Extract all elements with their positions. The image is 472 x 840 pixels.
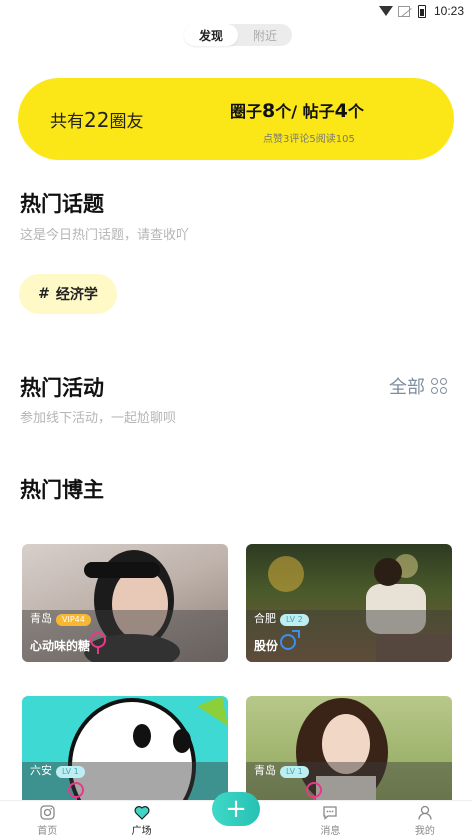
level-badge: LV 1 (56, 766, 85, 778)
nav-square[interactable]: 广场 (94, 801, 188, 840)
hot-topics-subtitle: 这是今日热门话题，请查收吖 (20, 228, 190, 243)
nav-square-label: 广场 (131, 826, 152, 837)
hot-activities-title: 热门活动 (20, 376, 104, 400)
circles-posts-count-text: 圈子8个/ 帖子4个 (230, 100, 364, 122)
battery-icon (416, 4, 428, 18)
topic-chip-label: 经济学 (55, 287, 98, 303)
blogger-city: 青岛 (30, 612, 52, 625)
nav-home[interactable]: 首页 (0, 801, 94, 840)
female-icon (306, 782, 322, 800)
topic-chip-economics[interactable]: # 经济学 (19, 274, 117, 314)
hot-bloggers-title: 热门博主 (20, 478, 104, 502)
grid-icon (431, 378, 447, 394)
female-icon (68, 782, 84, 800)
chat-icon (322, 804, 338, 820)
blogger-name: 股份 (254, 639, 279, 653)
wifi-icon (378, 5, 393, 17)
nav-mine[interactable]: 我的 (378, 801, 472, 840)
level-badge: LV 1 (280, 766, 309, 778)
status-bar: 10:23 (0, 0, 472, 22)
blogger-city: 合肥 (254, 612, 276, 625)
female-icon (90, 632, 106, 654)
top-tab-switcher: 发现 附近 (184, 24, 292, 46)
create-post-button[interactable]: + (212, 792, 260, 826)
all-label: 全部 (389, 377, 425, 398)
circle-summary-card[interactable]: 共有22圈友 圈子8个/ 帖子4个 点赞3评论5阅读105 (18, 78, 454, 160)
hash-icon: # (38, 286, 50, 302)
no-signal-icon (397, 5, 410, 17)
card-info-overlay (22, 762, 228, 800)
blogger-city: 青岛 (254, 764, 276, 777)
engagement-stats: 点赞3评论5阅读105 (263, 134, 355, 145)
user-icon (417, 804, 433, 820)
activities-all-button[interactable]: 全部 (389, 373, 447, 399)
hot-activities-subtitle: 参加线下活动，一起尬聊呗 (20, 411, 177, 426)
blogger-card[interactable]: 青岛 VIP44 心动味的糖 (22, 544, 228, 662)
nav-home-label: 首页 (37, 826, 58, 837)
male-icon (280, 630, 300, 650)
card-info-overlay (246, 762, 452, 800)
tab-discover[interactable]: 发现 (184, 24, 238, 46)
nav-messages-label: 消息 (320, 826, 341, 837)
blogger-name: 心动味的糖 (30, 639, 91, 653)
nav-mine-label: 我的 (414, 826, 435, 837)
status-time: 10:23 (433, 4, 464, 18)
nav-messages[interactable]: 消息 (283, 801, 377, 840)
heart-icon (134, 804, 150, 820)
blogger-card[interactable]: 六安 LV 1 (22, 696, 228, 800)
card-info-overlay (22, 610, 228, 662)
members-count-text: 共有22圈友 (50, 108, 144, 132)
blogger-card[interactable]: 合肥 LV 2 股份 (246, 544, 452, 662)
hot-topics-title: 热门话题 (20, 192, 104, 216)
card-info-overlay (246, 610, 452, 662)
instagram-icon (39, 804, 55, 820)
blogger-card[interactable]: 青岛 LV 1 (246, 696, 452, 800)
vip-badge: VIP44 (56, 614, 91, 626)
blogger-city: 六安 (30, 764, 52, 777)
level-badge: LV 2 (280, 614, 309, 626)
tab-nearby[interactable]: 附近 (238, 24, 292, 46)
